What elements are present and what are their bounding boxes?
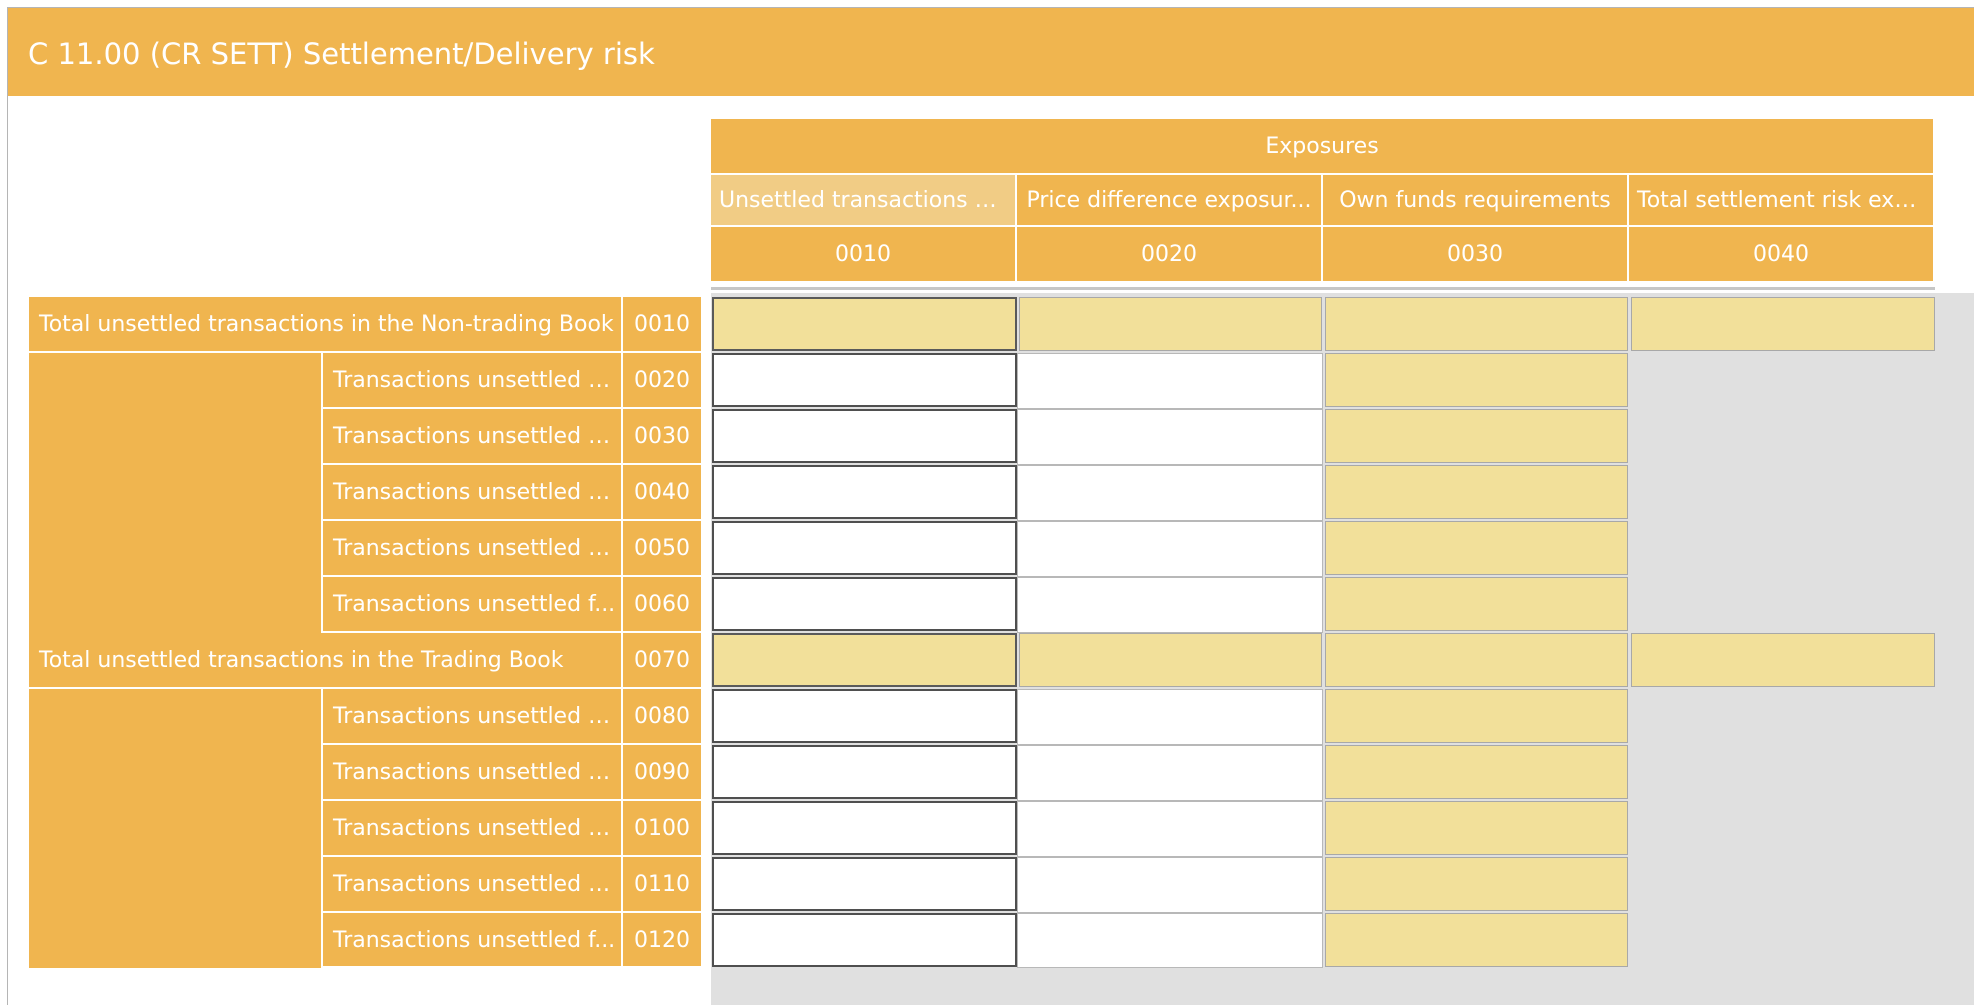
- cell-r0010-c0020[interactable]: [1019, 297, 1322, 351]
- row-header-0070[interactable]: Total unsettled transactions in the Trad…: [29, 633, 623, 689]
- row-code-0080: 0080: [623, 689, 703, 745]
- cell-r0040-c0010[interactable]: [712, 465, 1017, 519]
- cell-r0070-c0040[interactable]: [1631, 633, 1935, 687]
- row-code-0010: 0010: [623, 297, 703, 353]
- row-header-indent: [29, 353, 323, 633]
- row-header-0040[interactable]: Transactions unsettled b...: [323, 465, 623, 521]
- row-code-0090: 0090: [623, 745, 703, 801]
- cell-r0060-c0010[interactable]: [712, 577, 1017, 631]
- cell-r0020-c0010[interactable]: [712, 353, 1017, 407]
- cell-r0080-c0020[interactable]: [1017, 689, 1323, 745]
- cell-r0110-c0010[interactable]: [712, 857, 1017, 911]
- cell-r0030-c0030[interactable]: [1325, 409, 1628, 463]
- column-code-0010: 0010: [711, 227, 1017, 283]
- cell-r0100-c0030[interactable]: [1325, 801, 1628, 855]
- cell-r0060-c0030[interactable]: [1325, 577, 1628, 631]
- column-header-0030[interactable]: Own funds requirements: [1323, 175, 1629, 227]
- row-code-0060: 0060: [623, 577, 703, 633]
- row-header-indent: [29, 689, 323, 968]
- cell-r0120-c0010[interactable]: [712, 913, 1017, 967]
- column-header-0010[interactable]: Unsettled transactions a...: [711, 175, 1017, 227]
- cell-r0080-c0010[interactable]: [712, 689, 1017, 743]
- column-header-0020[interactable]: Price difference exposur...: [1017, 175, 1323, 227]
- cell-r0100-c0010[interactable]: [712, 801, 1017, 855]
- cell-r0030-c0020[interactable]: [1017, 409, 1323, 465]
- cell-r0040-c0030[interactable]: [1325, 465, 1628, 519]
- header-separator: [711, 287, 1935, 290]
- cell-r0050-c0010[interactable]: [712, 521, 1017, 575]
- row-code-0110: 0110: [623, 857, 703, 913]
- cell-r0010-c0030[interactable]: [1325, 297, 1628, 351]
- cell-r0110-c0020[interactable]: [1017, 857, 1323, 913]
- cell-r0090-c0010[interactable]: [712, 745, 1017, 799]
- row-code-0070: 0070: [623, 633, 703, 689]
- cell-r0070-c0010[interactable]: [712, 633, 1017, 687]
- row-header-0110[interactable]: Transactions unsettled b...: [323, 857, 623, 913]
- column-code-0040: 0040: [1629, 227, 1935, 283]
- cell-r0110-c0030[interactable]: [1325, 857, 1628, 911]
- row-header-0030[interactable]: Transactions unsettled b...: [323, 409, 623, 465]
- row-code-0040: 0040: [623, 465, 703, 521]
- row-header-0050[interactable]: Transactions unsettled b...: [323, 521, 623, 577]
- page-title: C 11.00 (CR SETT) Settlement/Delivery ri…: [8, 8, 1974, 96]
- cell-r0050-c0030[interactable]: [1325, 521, 1628, 575]
- cell-r0120-c0030[interactable]: [1325, 913, 1628, 967]
- row-code-0100: 0100: [623, 801, 703, 857]
- row-code-0020: 0020: [623, 353, 703, 409]
- row-header-0020[interactable]: Transactions unsettled u...: [323, 353, 623, 409]
- cell-r0060-c0020[interactable]: [1017, 577, 1323, 633]
- cell-r0010-c0010[interactable]: [712, 297, 1017, 351]
- row-header-0060[interactable]: Transactions unsettled f...: [323, 577, 623, 633]
- cell-r0070-c0020[interactable]: [1019, 633, 1322, 687]
- row-header-0080[interactable]: Transactions unsettled u...: [323, 689, 623, 745]
- row-header-0120[interactable]: Transactions unsettled f...: [323, 913, 623, 968]
- cell-r0100-c0020[interactable]: [1017, 801, 1323, 857]
- cell-r0080-c0030[interactable]: [1325, 689, 1628, 743]
- column-code-0020: 0020: [1017, 227, 1323, 283]
- cell-r0050-c0020[interactable]: [1017, 521, 1323, 577]
- row-code-0120: 0120: [623, 913, 703, 968]
- column-header-0040[interactable]: Total settlement risk exp...: [1629, 175, 1935, 227]
- row-code-0030: 0030: [623, 409, 703, 465]
- column-code-0030: 0030: [1323, 227, 1629, 283]
- cell-r0090-c0020[interactable]: [1017, 745, 1323, 801]
- cell-r0090-c0030[interactable]: [1325, 745, 1628, 799]
- cell-r0020-c0020[interactable]: [1017, 353, 1323, 409]
- cell-r0070-c0030[interactable]: [1325, 633, 1628, 687]
- row-header-0010[interactable]: Total unsettled transactions in the Non-…: [29, 297, 623, 353]
- cell-r0020-c0030[interactable]: [1325, 353, 1628, 407]
- row-header-0090[interactable]: Transactions unsettled b...: [323, 745, 623, 801]
- row-header-0100[interactable]: Transactions unsettled b...: [323, 801, 623, 857]
- exposures-group-header: Exposures: [711, 119, 1935, 175]
- cell-r0010-c0040[interactable]: [1631, 297, 1935, 351]
- cell-r0030-c0010[interactable]: [712, 409, 1017, 463]
- row-code-0050: 0050: [623, 521, 703, 577]
- cell-r0120-c0020[interactable]: [1017, 913, 1323, 968]
- cell-r0040-c0020[interactable]: [1017, 465, 1323, 521]
